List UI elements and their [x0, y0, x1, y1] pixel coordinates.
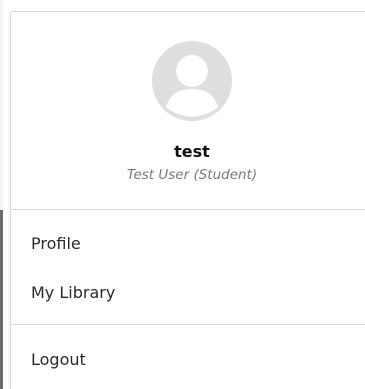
page-backdrop	[0, 0, 10, 389]
username-label: test	[174, 142, 210, 161]
menu-item-profile[interactable]: Profile	[31, 234, 81, 253]
divider-bottom	[11, 324, 365, 325]
user-avatar	[152, 41, 232, 121]
backdrop-strip-dark	[0, 210, 3, 389]
user-dropdown-menu: test Test User (Student) Profile My Libr…	[10, 11, 365, 389]
user-display-name: Test User (Student)	[126, 167, 258, 183]
divider-top	[11, 209, 365, 210]
menu-item-logout[interactable]: Logout	[31, 350, 86, 369]
user-circle-icon	[152, 41, 232, 121]
menu-item-my-library[interactable]: My Library	[31, 283, 115, 302]
